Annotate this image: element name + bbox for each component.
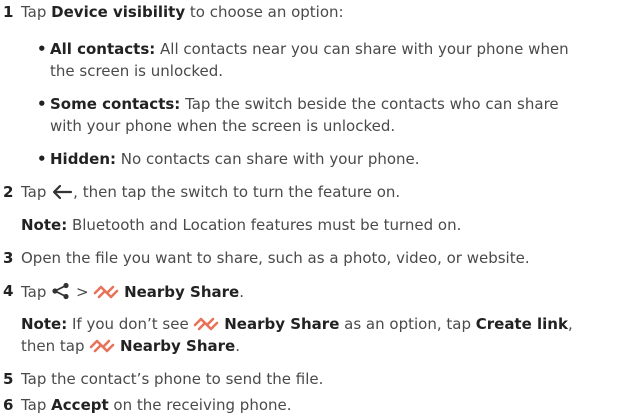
bullet-line1: Tap the switch beside the contacts who c…	[180, 95, 559, 113]
step-text-mid: >	[71, 283, 94, 301]
step-number: 4	[3, 282, 14, 300]
step-text: Open the file you want to share, such as…	[21, 249, 530, 267]
step-number: 5	[3, 370, 14, 388]
step-text: Tap > Nearby Share.	[21, 282, 244, 301]
step-number: 6	[3, 396, 14, 414]
step-text-post: , then tap the switch to turn the featur…	[73, 183, 401, 201]
nearby-share-icon	[193, 316, 219, 332]
step-number: 3	[3, 249, 14, 267]
note-body-pre: If you don’t see	[67, 315, 194, 333]
bullet-dot: •	[37, 150, 47, 168]
step-text-post: on the receiving phone.	[108, 396, 292, 414]
bullet-line1: All contacts near you can share with you…	[155, 40, 569, 58]
bullet-text: Some contacts: Tap the switch beside the…	[50, 95, 559, 113]
step-text-pre: Tap	[21, 183, 52, 201]
note-label: Note:	[21, 315, 68, 333]
step-bold-term: Device visibility	[51, 3, 186, 21]
step-text: Tap Device visibility to choose an optio…	[21, 3, 344, 21]
step-number: 2	[3, 183, 14, 201]
note-text: Note: If you don’t see Nearby Share as a…	[21, 315, 573, 333]
bullet-dot: •	[37, 95, 47, 113]
note-text: then tap Nearby Share.	[21, 337, 240, 355]
step-bold-term: Nearby Share	[124, 283, 240, 301]
note-label: Note:	[21, 216, 68, 234]
note-body: Bluetooth and Location features must be …	[67, 216, 462, 234]
nearby-share-icon	[89, 338, 115, 354]
share-icon	[51, 282, 71, 300]
step-text: Tap , then tap the switch to turn the fe…	[21, 183, 400, 201]
step-text-pre: Tap	[21, 3, 52, 21]
bullet-label: All contacts:	[50, 40, 156, 58]
note-bold-term: Create link	[475, 315, 568, 333]
step-bold-term: Accept	[51, 396, 109, 414]
bullet-label: Some contacts:	[50, 95, 181, 113]
step-text-post: .	[239, 283, 245, 301]
bullet-line1: No contacts can share with your phone.	[116, 150, 420, 168]
note-body-post: ,	[567, 315, 573, 333]
back-arrow-icon	[51, 184, 73, 200]
note-bold-term: Nearby Share	[120, 337, 236, 355]
note-text: Note: Bluetooth and Location features mu…	[21, 216, 461, 234]
bullet-label: Hidden:	[50, 150, 117, 168]
note-body-post: .	[235, 337, 240, 355]
bullet-dot: •	[37, 40, 47, 58]
step-text-pre: Tap	[21, 396, 52, 414]
bullet-line2: the screen is unlocked.	[50, 62, 224, 80]
nearby-share-icon	[93, 284, 119, 300]
step-number: 1	[3, 3, 14, 21]
note-body-mid: as an option, tap	[339, 315, 476, 333]
note-bold-term: Nearby Share	[224, 315, 340, 333]
note-body-pre: then tap	[21, 337, 90, 355]
bullet-line2: with your phone when the screen is unloc…	[50, 117, 396, 135]
bullet-text: Hidden: No contacts can share with your …	[50, 150, 420, 168]
step-text-pre: Tap	[21, 283, 52, 301]
step-text: Tap the contact’s phone to send the file…	[21, 370, 324, 388]
step-text-post: to choose an option:	[185, 3, 344, 21]
bullet-text: All contacts: All contacts near you can …	[50, 40, 569, 58]
step-text: Tap Accept on the receiving phone.	[21, 396, 292, 414]
